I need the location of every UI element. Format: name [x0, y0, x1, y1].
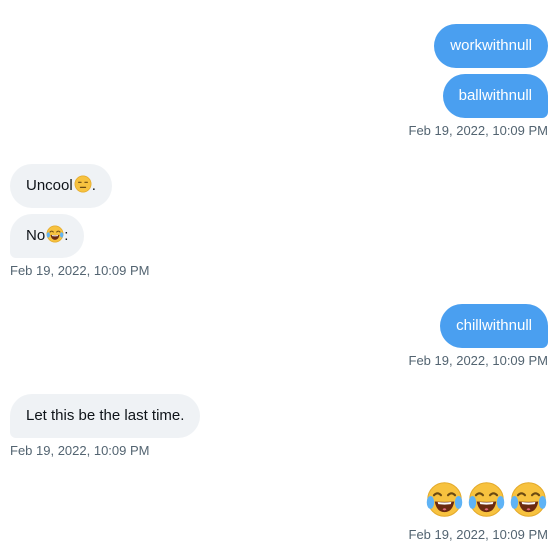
message-bubble-sent[interactable]: workwithnull [434, 24, 548, 68]
tears-of-joy-icon [509, 480, 548, 519]
message-bubble-sent[interactable]: chillwithnull [440, 304, 548, 348]
tears-of-joy-icon [425, 480, 464, 519]
message-text: ballwithnull [458, 87, 532, 104]
message-suffix: . [91, 177, 96, 194]
message-timestamp: Feb 19, 2022, 10:09 PM [408, 353, 548, 368]
message-text: chillwithnull [456, 317, 532, 334]
message-timestamp: Feb 19, 2022, 10:09 PM [10, 443, 150, 458]
message-bubble-received[interactable]: No : [10, 214, 85, 258]
tears-of-joy-icon [46, 225, 64, 243]
tears-of-joy-icon [467, 480, 506, 519]
dm-thread: workwithnull ballwithnull Feb 19, 2022, … [0, 0, 560, 560]
message-text: workwithnull [450, 37, 532, 54]
message-text: No [26, 227, 46, 244]
message-bubble-received[interactable]: Let this be the last time. [10, 394, 201, 438]
message-timestamp: Feb 19, 2022, 10:09 PM [10, 263, 150, 278]
message-suffix: : [64, 227, 69, 244]
message-text: Let this be the last time. [26, 407, 185, 424]
message-bubble-received[interactable]: Uncool . [10, 164, 112, 208]
emoji-message[interactable] [425, 480, 548, 519]
message-timestamp: Feb 19, 2022, 10:09 PM [408, 123, 548, 138]
message-text: Uncool [26, 177, 73, 194]
expressionless-face-icon [74, 175, 92, 193]
message-timestamp: Feb 19, 2022, 10:09 PM [408, 527, 548, 542]
message-bubble-sent[interactable]: ballwithnull [442, 74, 548, 118]
